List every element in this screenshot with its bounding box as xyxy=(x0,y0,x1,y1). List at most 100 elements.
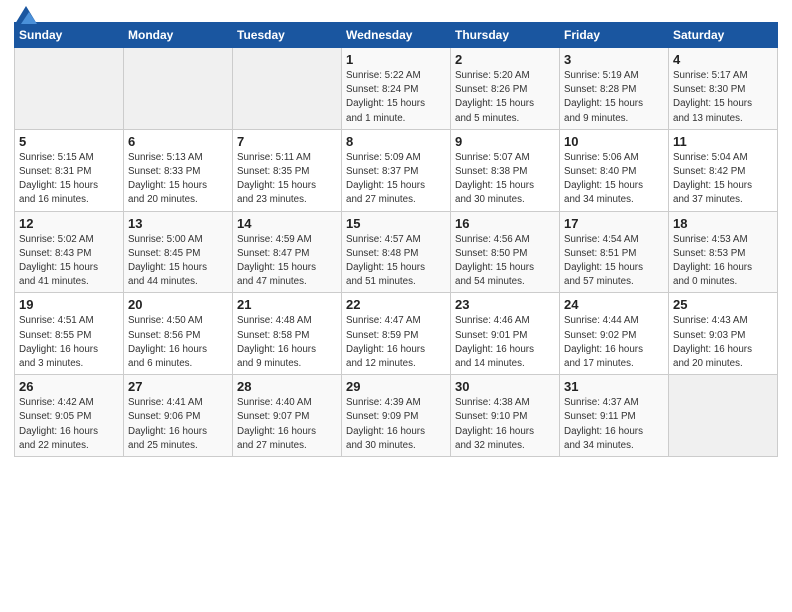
day-cell: 9 Sunrise: 5:07 AM Sunset: 8:38 PM Daylig… xyxy=(451,129,560,211)
day-number: 29 xyxy=(346,379,446,394)
day-number: 16 xyxy=(455,216,555,231)
day-detail: Sunrise: 5:20 AM Sunset: 8:26 PM Dayligh… xyxy=(455,69,555,126)
day-number: 22 xyxy=(346,297,446,312)
day-detail: Sunrise: 4:50 AM Sunset: 8:56 PM Dayligh… xyxy=(128,314,228,371)
week-row-4: 19 Sunrise: 4:51 AM Sunset: 8:55 PM Dayli… xyxy=(15,293,778,375)
header-cell-tuesday: Tuesday xyxy=(233,23,342,48)
day-cell: 21Sunrise: 4:48 AM Sunset: 8:58 PM Dayli… xyxy=(233,293,342,375)
day-number: 19 xyxy=(19,297,119,312)
day-cell: 13 Sunrise: 5:00 AM Sunset: 8:45 PM Dayli… xyxy=(124,211,233,293)
day-number: 5 xyxy=(19,134,119,149)
day-number: 28 xyxy=(237,379,337,394)
day-detail: Sunrise: 5:02 AM Sunset: 8:43 PM Dayligh… xyxy=(19,233,119,290)
day-detail: Sunrise: 4:47 AM Sunset: 8:59 PM Dayligh… xyxy=(346,314,446,371)
logo xyxy=(14,10,37,18)
day-number: 27 xyxy=(128,379,228,394)
day-cell: 19 Sunrise: 4:51 AM Sunset: 8:55 PM Dayli… xyxy=(15,293,124,375)
day-cell xyxy=(233,48,342,130)
day-detail: Sunrise: 4:37 AM Sunset: 9:11 PM Dayligh… xyxy=(564,396,664,453)
day-detail: Sunrise: 5:06 AM Sunset: 8:40 PM Dayligh… xyxy=(564,151,664,208)
day-cell: 15 Sunrise: 4:57 AM Sunset: 8:48 PM Dayli… xyxy=(342,211,451,293)
day-cell xyxy=(669,375,778,457)
day-detail: Sunrise: 4:44 AM Sunset: 9:02 PM Dayligh… xyxy=(564,314,664,371)
day-detail: Sunrise: 5:15 AM Sunset: 8:31 PM Dayligh… xyxy=(19,151,119,208)
day-cell: 1 Sunrise: 5:22 AM Sunset: 8:24 PM Daylig… xyxy=(342,48,451,130)
day-number: 15 xyxy=(346,216,446,231)
day-cell xyxy=(15,48,124,130)
day-detail: Sunrise: 5:00 AM Sunset: 8:45 PM Dayligh… xyxy=(128,233,228,290)
day-detail: Sunrise: 5:11 AM Sunset: 8:35 PM Dayligh… xyxy=(237,151,337,208)
day-cell: 2 Sunrise: 5:20 AM Sunset: 8:26 PM Daylig… xyxy=(451,48,560,130)
day-cell: 23 Sunrise: 4:46 AM Sunset: 9:01 PM Dayli… xyxy=(451,293,560,375)
day-cell: 3 Sunrise: 5:19 AM Sunset: 8:28 PM Daylig… xyxy=(560,48,669,130)
day-cell: 30Sunrise: 4:38 AM Sunset: 9:10 PM Dayli… xyxy=(451,375,560,457)
day-detail: Sunrise: 5:17 AM Sunset: 8:30 PM Dayligh… xyxy=(673,69,773,126)
day-cell: 24 Sunrise: 4:44 AM Sunset: 9:02 PM Dayli… xyxy=(560,293,669,375)
day-detail: Sunrise: 5:09 AM Sunset: 8:37 PM Dayligh… xyxy=(346,151,446,208)
day-number: 30 xyxy=(455,379,555,394)
day-detail: Sunrise: 4:40 AM Sunset: 9:07 PM Dayligh… xyxy=(237,396,337,453)
header-cell-friday: Friday xyxy=(560,23,669,48)
week-row-2: 5 Sunrise: 5:15 AM Sunset: 8:31 PM Daylig… xyxy=(15,129,778,211)
day-number: 11 xyxy=(673,134,773,149)
logo-icon xyxy=(15,6,37,24)
day-number: 2 xyxy=(455,52,555,67)
day-cell: 8 Sunrise: 5:09 AM Sunset: 8:37 PM Daylig… xyxy=(342,129,451,211)
header-cell-sunday: Sunday xyxy=(15,23,124,48)
day-cell: 5 Sunrise: 5:15 AM Sunset: 8:31 PM Daylig… xyxy=(15,129,124,211)
day-detail: Sunrise: 4:51 AM Sunset: 8:55 PM Dayligh… xyxy=(19,314,119,371)
day-cell: 4 Sunrise: 5:17 AM Sunset: 8:30 PM Daylig… xyxy=(669,48,778,130)
day-number: 31 xyxy=(564,379,664,394)
day-detail: Sunrise: 4:39 AM Sunset: 9:09 PM Dayligh… xyxy=(346,396,446,453)
day-detail: Sunrise: 4:46 AM Sunset: 9:01 PM Dayligh… xyxy=(455,314,555,371)
day-cell: 6 Sunrise: 5:13 AM Sunset: 8:33 PM Daylig… xyxy=(124,129,233,211)
day-cell: 11 Sunrise: 5:04 AM Sunset: 8:42 PM Dayli… xyxy=(669,129,778,211)
day-cell: 7 Sunrise: 5:11 AM Sunset: 8:35 PM Daylig… xyxy=(233,129,342,211)
day-cell xyxy=(124,48,233,130)
week-row-5: 26Sunrise: 4:42 AM Sunset: 9:05 PM Dayli… xyxy=(15,375,778,457)
day-cell: 12 Sunrise: 5:02 AM Sunset: 8:43 PM Dayli… xyxy=(15,211,124,293)
day-detail: Sunrise: 4:53 AM Sunset: 8:53 PM Dayligh… xyxy=(673,233,773,290)
day-number: 17 xyxy=(564,216,664,231)
day-number: 13 xyxy=(128,216,228,231)
header-cell-saturday: Saturday xyxy=(669,23,778,48)
day-number: 23 xyxy=(455,297,555,312)
day-number: 12 xyxy=(19,216,119,231)
week-row-3: 12 Sunrise: 5:02 AM Sunset: 8:43 PM Dayli… xyxy=(15,211,778,293)
day-number: 7 xyxy=(237,134,337,149)
day-number: 1 xyxy=(346,52,446,67)
day-number: 8 xyxy=(346,134,446,149)
day-number: 26 xyxy=(19,379,119,394)
header xyxy=(14,10,778,18)
day-cell: 29 Sunrise: 4:39 AM Sunset: 9:09 PM Dayli… xyxy=(342,375,451,457)
day-number: 9 xyxy=(455,134,555,149)
day-number: 24 xyxy=(564,297,664,312)
day-detail: Sunrise: 5:13 AM Sunset: 8:33 PM Dayligh… xyxy=(128,151,228,208)
day-number: 21 xyxy=(237,297,337,312)
week-row-1: 1 Sunrise: 5:22 AM Sunset: 8:24 PM Daylig… xyxy=(15,48,778,130)
day-cell: 28 Sunrise: 4:40 AM Sunset: 9:07 PM Dayli… xyxy=(233,375,342,457)
day-cell: 10Sunrise: 5:06 AM Sunset: 8:40 PM Dayli… xyxy=(560,129,669,211)
header-cell-wednesday: Wednesday xyxy=(342,23,451,48)
calendar-header-row: SundayMondayTuesdayWednesdayThursdayFrid… xyxy=(15,23,778,48)
day-number: 4 xyxy=(673,52,773,67)
day-cell: 26Sunrise: 4:42 AM Sunset: 9:05 PM Dayli… xyxy=(15,375,124,457)
day-cell: 22 Sunrise: 4:47 AM Sunset: 8:59 PM Dayli… xyxy=(342,293,451,375)
day-detail: Sunrise: 5:04 AM Sunset: 8:42 PM Dayligh… xyxy=(673,151,773,208)
day-detail: Sunrise: 5:19 AM Sunset: 8:28 PM Dayligh… xyxy=(564,69,664,126)
day-number: 20 xyxy=(128,297,228,312)
day-detail: Sunrise: 5:22 AM Sunset: 8:24 PM Dayligh… xyxy=(346,69,446,126)
day-number: 6 xyxy=(128,134,228,149)
day-cell: 17Sunrise: 4:54 AM Sunset: 8:51 PM Dayli… xyxy=(560,211,669,293)
day-detail: Sunrise: 4:43 AM Sunset: 9:03 PM Dayligh… xyxy=(673,314,773,371)
day-cell: 25 Sunrise: 4:43 AM Sunset: 9:03 PM Dayli… xyxy=(669,293,778,375)
day-detail: Sunrise: 5:07 AM Sunset: 8:38 PM Dayligh… xyxy=(455,151,555,208)
day-cell: 14Sunrise: 4:59 AM Sunset: 8:47 PM Dayli… xyxy=(233,211,342,293)
day-number: 3 xyxy=(564,52,664,67)
header-cell-monday: Monday xyxy=(124,23,233,48)
day-detail: Sunrise: 4:56 AM Sunset: 8:50 PM Dayligh… xyxy=(455,233,555,290)
calendar-table: SundayMondayTuesdayWednesdayThursdayFrid… xyxy=(14,22,778,457)
day-detail: Sunrise: 4:57 AM Sunset: 8:48 PM Dayligh… xyxy=(346,233,446,290)
page-container: SundayMondayTuesdayWednesdayThursdayFrid… xyxy=(0,0,792,463)
day-number: 25 xyxy=(673,297,773,312)
